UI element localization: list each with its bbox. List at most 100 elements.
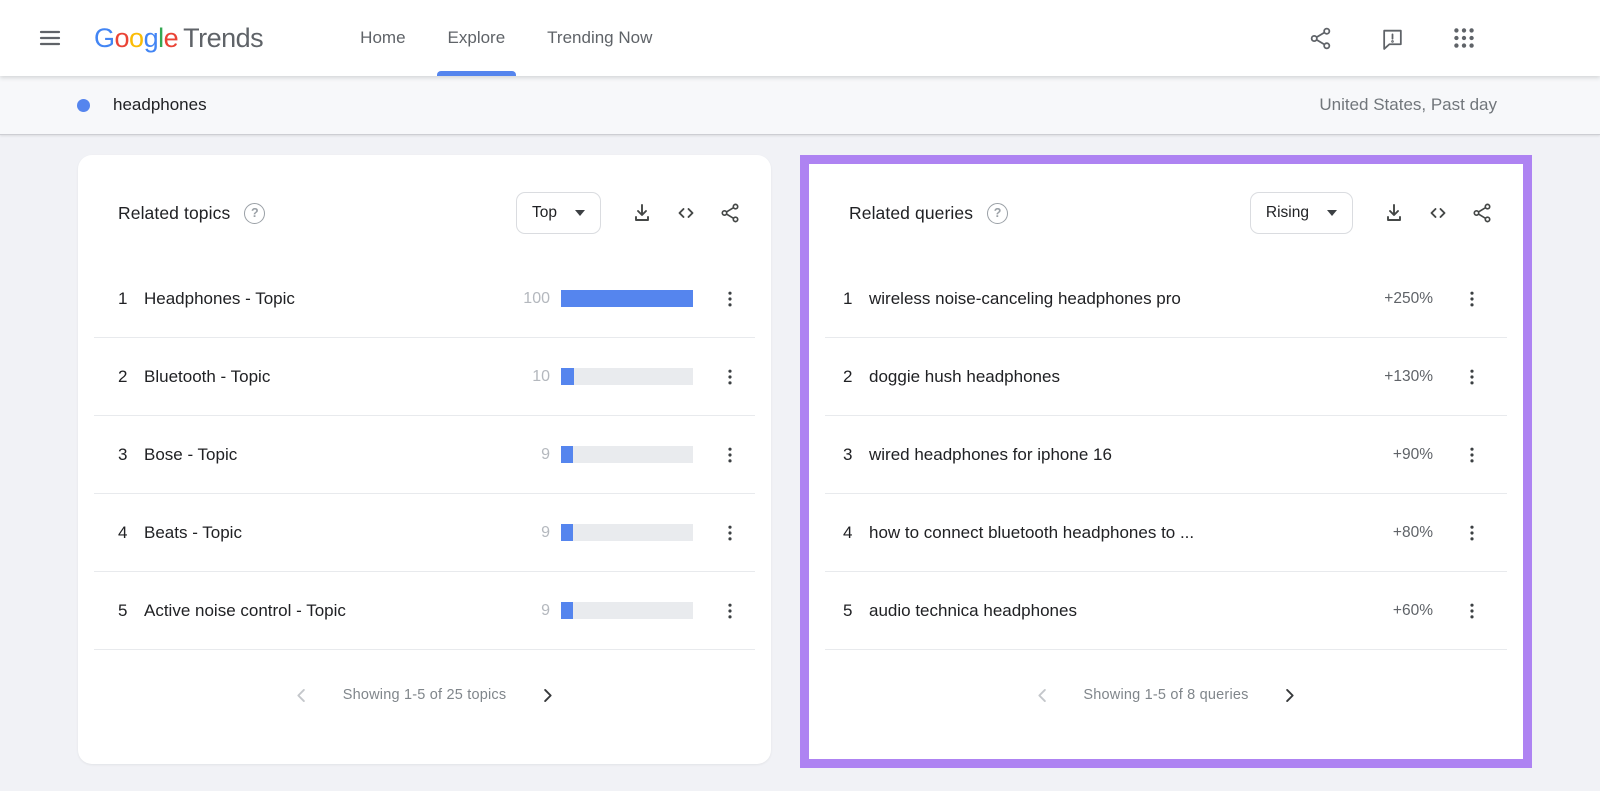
more-options-icon[interactable] [715, 437, 745, 473]
topic-link[interactable]: Headphones - Topic [144, 289, 506, 309]
more-options-icon[interactable] [715, 593, 745, 629]
share-icon[interactable] [1306, 24, 1334, 52]
queries-list: 1 wireless noise-canceling headphones pr… [825, 260, 1507, 650]
more-options-icon[interactable] [1457, 281, 1487, 317]
google-wordmark: Google [94, 22, 179, 53]
query-change: +130% [1384, 367, 1433, 385]
topbar-actions [1306, 24, 1600, 52]
search-term[interactable]: headphones [113, 95, 207, 115]
topic-row: 1 Headphones - Topic 100 [94, 260, 755, 338]
more-options-icon[interactable] [1457, 593, 1487, 629]
more-options-icon[interactable] [1457, 437, 1487, 473]
more-options-icon[interactable] [715, 515, 745, 551]
related-topics-card: Related topics ? Top 1 Headphones - Topi… [78, 155, 771, 764]
query-row: 4 how to connect bluetooth headphones to… [825, 494, 1507, 572]
queries-pagination: Showing 1-5 of 8 queries [809, 650, 1523, 708]
google-apps-icon[interactable] [1450, 24, 1478, 52]
queries-toolbar: Rising [1249, 192, 1499, 234]
related-queries-header: Related queries ? Rising [809, 164, 1523, 234]
pagination-label: Showing 1-5 of 8 queries [1083, 687, 1249, 703]
search-term-bar: headphones United States, Past day [0, 76, 1600, 135]
share-icon[interactable] [713, 196, 747, 230]
geo-time-scope: United States, Past day [1319, 95, 1497, 114]
row-rank: 2 [118, 366, 128, 386]
score-bar [561, 290, 693, 307]
feedback-icon[interactable] [1378, 24, 1406, 52]
row-rank: 1 [843, 288, 853, 308]
top-app-bar: Google Trends Home Explore Trending Now [0, 0, 1600, 76]
help-icon[interactable]: ? [987, 202, 1009, 224]
score-bar [561, 524, 693, 541]
topic-link[interactable]: Active noise control - Topic [144, 601, 506, 621]
query-link[interactable]: doggie hush headphones [869, 367, 1384, 387]
share-icon[interactable] [1465, 196, 1499, 230]
more-options-icon[interactable] [1457, 515, 1487, 551]
nav-explore[interactable]: Explore [427, 0, 527, 76]
download-icon[interactable] [625, 196, 659, 230]
topics-sort-value: Top [532, 204, 557, 221]
topic-score: 10 [532, 367, 550, 385]
query-link[interactable]: how to connect bluetooth headphones to .… [869, 523, 1393, 543]
prev-page-icon[interactable] [289, 682, 315, 708]
query-row: 5 audio technica headphones +60% [825, 572, 1507, 650]
row-rank: 3 [118, 444, 128, 464]
download-icon[interactable] [1377, 196, 1411, 230]
topic-link[interactable]: Bluetooth - Topic [144, 367, 506, 387]
row-rank: 1 [118, 288, 128, 308]
chevron-down-icon [575, 210, 585, 216]
row-rank: 3 [843, 444, 853, 464]
query-row: 1 wireless noise-canceling headphones pr… [825, 260, 1507, 338]
query-change: +60% [1392, 601, 1433, 619]
queries-sort-value: Rising [1265, 204, 1309, 221]
nav-home[interactable]: Home [339, 0, 426, 76]
row-rank: 4 [118, 522, 128, 542]
topic-row: 3 Bose - Topic 9 [94, 416, 755, 494]
score-bar [561, 602, 693, 619]
more-options-icon[interactable] [1457, 359, 1487, 395]
embed-icon[interactable] [1421, 196, 1455, 230]
topic-score: 9 [541, 445, 550, 463]
topics-pagination: Showing 1-5 of 25 topics [78, 650, 771, 708]
topics-toolbar: Top [516, 192, 747, 234]
highlight-annotation-box: Related queries ? Rising 1 wireless nois… [800, 155, 1532, 768]
term-color-dot [77, 98, 90, 112]
topic-row: 5 Active noise control - Topic 9 [94, 572, 755, 650]
topic-score: 9 [541, 523, 550, 541]
prev-page-icon[interactable] [1029, 682, 1055, 708]
row-rank: 5 [118, 600, 128, 620]
query-link[interactable]: audio technica headphones [869, 601, 1393, 621]
more-options-icon[interactable] [715, 359, 745, 395]
next-page-icon[interactable] [1277, 682, 1303, 708]
query-link[interactable]: wireless noise-canceling headphones pro [869, 289, 1384, 309]
topic-row: 2 Bluetooth - Topic 10 [94, 338, 755, 416]
queries-sort-dropdown[interactable]: Rising [1249, 192, 1353, 234]
query-change: +90% [1392, 445, 1433, 463]
google-trends-logo[interactable]: Google Trends [94, 22, 264, 54]
primary-nav: Home Explore Trending Now [339, 0, 673, 76]
chevron-down-icon [1327, 210, 1337, 216]
related-queries-card: Related queries ? Rising 1 wireless nois… [809, 164, 1523, 759]
help-icon[interactable]: ? [244, 202, 266, 224]
topics-sort-dropdown[interactable]: Top [516, 192, 601, 234]
topic-link[interactable]: Beats - Topic [144, 523, 506, 543]
query-change: +80% [1392, 523, 1433, 541]
score-bar [561, 446, 693, 463]
topic-row: 4 Beats - Topic 9 [94, 494, 755, 572]
topic-score: 100 [523, 289, 550, 307]
nav-trending-now[interactable]: Trending Now [526, 0, 673, 76]
topics-list: 1 Headphones - Topic 100 2 Bluetooth - T… [94, 260, 755, 650]
query-row: 3 wired headphones for iphone 16 +90% [825, 416, 1507, 494]
query-link[interactable]: wired headphones for iphone 16 [869, 445, 1393, 465]
row-rank: 2 [843, 366, 853, 386]
embed-icon[interactable] [669, 196, 703, 230]
row-rank: 5 [843, 600, 853, 620]
score-bar [561, 368, 693, 385]
query-change: +250% [1384, 289, 1433, 307]
topic-link[interactable]: Bose - Topic [144, 445, 506, 465]
next-page-icon[interactable] [534, 682, 560, 708]
related-queries-title: Related queries [849, 202, 974, 223]
explore-content: Related topics ? Top 1 Headphones - Topi… [0, 135, 1600, 791]
menu-icon[interactable] [30, 18, 70, 58]
more-options-icon[interactable] [715, 281, 745, 317]
topic-score: 9 [541, 601, 550, 619]
